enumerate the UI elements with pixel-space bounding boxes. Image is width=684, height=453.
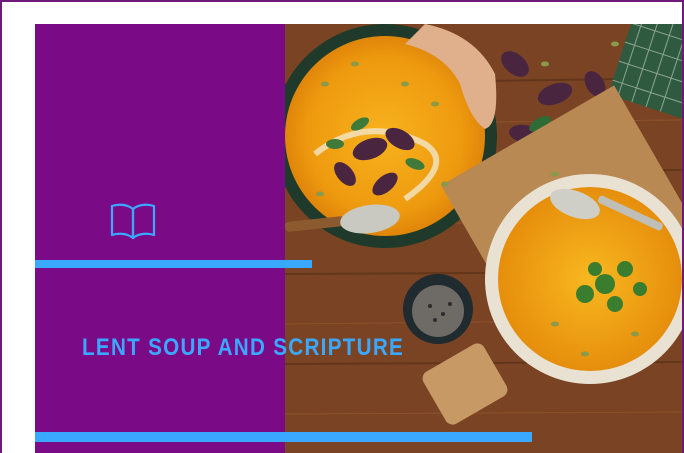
slide-frame: LENT SOUP AND SCRIPTURE [0,0,684,453]
page-title: LENT SOUP AND SCRIPTURE [82,334,405,361]
open-book-icon [110,203,156,240]
color-panel [35,24,285,453]
soup-photo [285,24,682,453]
accent-bar-top [35,260,312,268]
accent-bar-bottom [35,432,532,442]
